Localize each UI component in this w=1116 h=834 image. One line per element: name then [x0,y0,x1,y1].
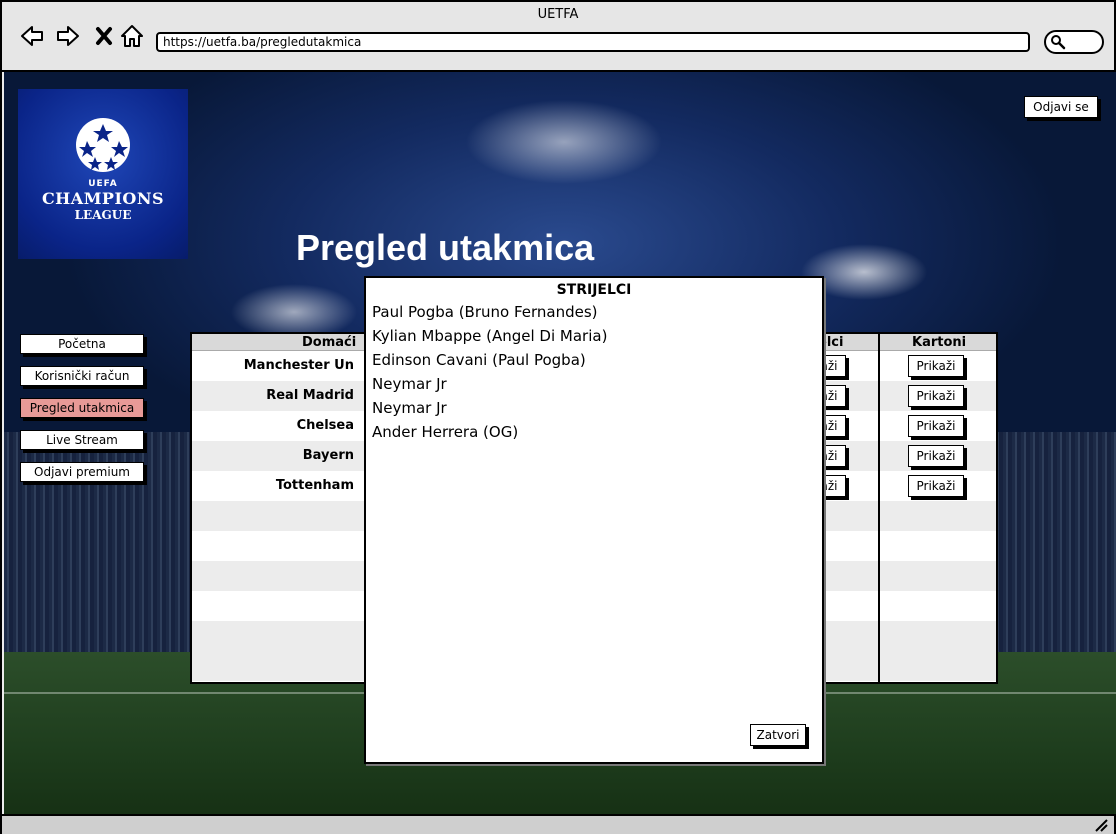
scorer-item: Neymar Jr [372,375,447,393]
scorer-item: Neymar Jr [372,399,447,417]
home-team-cell: Real Madrid [266,388,354,403]
scorers-modal: STRIJELCI Paul Pogba (Bruno Fernandes) K… [364,276,824,764]
show-cards-button[interactable]: Prikaži [908,355,964,377]
sidebar-item-live-stream[interactable]: Live Stream [20,430,144,450]
scorer-item: Edinson Cavani (Paul Pogba) [372,351,586,369]
scorer-item: Ander Herrera (OG) [372,423,519,441]
sidebar-item-odjavi-premium[interactable]: Odjavi premium [20,462,144,482]
address-bar[interactable]: https://uetfa.ba/pregledutakmica [156,32,1030,52]
logo-champions-text: CHAMPIONS [41,189,165,208]
search-icon [1051,35,1066,50]
sidebar-nav: Početna Korisnički račun Pregled utakmic… [20,334,144,494]
home-team-cell: Tottenham [275,478,354,493]
home-team-cell: Chelsea [296,418,354,433]
sidebar-item-korisnicki-racun[interactable]: Korisnički račun [20,366,144,386]
home-team-cell: Bayern [302,448,354,463]
page-title: Pregled utakmica [296,227,595,268]
scorer-item: Paul Pogba (Bruno Fernandes) [372,303,598,321]
window-title: UETFA [537,7,579,22]
home-team-cell: Manchester Un [243,358,354,373]
logo-league-text: LEAGUE [74,208,132,222]
search-box[interactable] [1044,30,1104,54]
sidebar-item-pocetna[interactable]: Početna [20,334,144,354]
close-icon[interactable] [90,22,118,50]
forward-icon[interactable] [54,22,82,50]
column-header-cards: Kartoni [912,335,967,350]
browser-window: UETFA https://uetfa.ba/pregledutakmica U… [0,0,1116,834]
show-cards-button[interactable]: Prikaži [908,385,964,407]
show-cards-button[interactable]: Prikaži [908,475,964,497]
starball-icon [76,118,130,172]
home-icon[interactable] [118,22,146,50]
back-icon[interactable] [18,22,46,50]
status-bar [2,814,1114,834]
scorers-list: Paul Pogba (Bruno Fernandes) Kylian Mbap… [366,300,822,444]
champions-league-logo: UEFA CHAMPIONS LEAGUE [18,89,188,259]
show-cards-button[interactable]: Prikaži [908,445,964,467]
browser-toolbar: UETFA https://uetfa.ba/pregledutakmica [2,2,1114,72]
column-divider [878,334,880,682]
column-header-home: Domaći [302,335,357,350]
sidebar-item-pregled-utakmica[interactable]: Pregled utakmica [20,398,144,418]
page-content: UEFA CHAMPIONS LEAGUE Odjavi se Pregled … [4,72,1116,814]
resize-grip-icon[interactable] [1094,818,1108,832]
scorer-item: Kylian Mbappe (Angel Di Maria) [372,327,608,345]
logo-uefa-text: UEFA [88,179,118,189]
logout-button[interactable]: Odjavi se [1024,96,1098,118]
modal-title: STRIJELCI [556,282,632,298]
show-cards-button[interactable]: Prikaži [908,415,964,437]
close-modal-button[interactable]: Zatvori [750,724,806,746]
